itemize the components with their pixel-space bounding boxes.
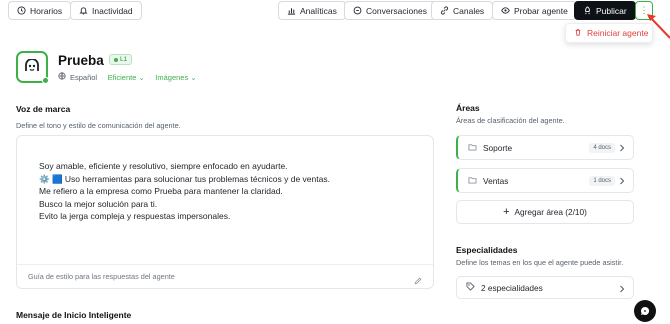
areas-title: Áreas bbox=[456, 103, 480, 113]
chat-icon bbox=[641, 306, 650, 315]
brand-voice-subtitle: Define el tono y estilo de comunicación … bbox=[16, 121, 181, 130]
smart-start-title: Mensaje de Inicio Inteligente bbox=[16, 310, 132, 320]
brand-voice-line: ⚙️ 🟦 Uso herramientas para solucionar tu… bbox=[39, 173, 330, 184]
agent-name: Prueba bbox=[58, 53, 104, 68]
docs-count-badge: 4 docs bbox=[589, 143, 615, 153]
area-name: Soporte bbox=[483, 142, 513, 153]
horarios-label: Horarios bbox=[30, 5, 63, 16]
globe-icon bbox=[58, 72, 66, 82]
brand-voice-line: Busco la mejor solución para ti. bbox=[39, 198, 158, 209]
separator: · bbox=[148, 72, 152, 82]
images-selector[interactable]: Imágenes ⌄ bbox=[155, 73, 196, 82]
trash-icon bbox=[574, 28, 582, 38]
docs-count-badge: 1 docs bbox=[589, 176, 615, 186]
tone-label: Eficiente bbox=[107, 72, 137, 82]
publicar-button[interactable]: Publicar bbox=[574, 1, 636, 20]
inactividad-button[interactable]: Inactividad bbox=[70, 1, 142, 20]
images-label: Imágenes bbox=[155, 72, 189, 82]
brand-voice-content: Soy amable, eficiente y resolutivo, siem… bbox=[39, 160, 330, 223]
areas-subtitle: Áreas de clasificación del agente. bbox=[456, 116, 565, 125]
chat-bubble-icon bbox=[353, 6, 362, 15]
probar-agente-label: Probar agente bbox=[514, 5, 568, 16]
chevron-down-icon: ⌄ bbox=[190, 72, 197, 82]
analiticas-button[interactable]: Analíticas bbox=[278, 1, 346, 20]
brand-voice-line: Evito la jerga compleja y respuestas imp… bbox=[39, 211, 231, 222]
add-area-label: Agregar área (2/10) bbox=[514, 207, 587, 217]
folder-icon bbox=[468, 176, 477, 186]
bell-icon bbox=[79, 6, 88, 15]
chevron-down-icon: ⌄ bbox=[138, 72, 145, 82]
conversaciones-button[interactable]: Conversaciones bbox=[344, 1, 436, 20]
horarios-button[interactable]: Horarios bbox=[8, 1, 72, 20]
folder-icon bbox=[468, 143, 477, 153]
link-icon bbox=[440, 6, 449, 15]
level-badge: L1 bbox=[109, 54, 133, 65]
brand-voice-line: Me refiero a la empresa como Prueba para… bbox=[39, 186, 283, 197]
brand-voice-title: Voz de marca bbox=[16, 104, 71, 114]
chevron-right-icon bbox=[619, 177, 625, 187]
language-selector[interactable]: Español bbox=[70, 73, 97, 82]
chevron-right-icon bbox=[619, 144, 625, 154]
area-card-ventas[interactable]: Ventas 1 docs bbox=[456, 168, 634, 193]
canales-label: Canales bbox=[453, 5, 485, 16]
chat-widget-button[interactable] bbox=[634, 300, 656, 322]
inactividad-label: Inactividad bbox=[92, 5, 133, 16]
rocket-icon bbox=[583, 6, 592, 15]
clock-icon bbox=[17, 6, 26, 15]
probar-agente-button[interactable]: Probar agente bbox=[492, 1, 577, 20]
area-name: Ventas bbox=[483, 175, 509, 186]
analiticas-label: Analíticas bbox=[300, 5, 337, 16]
chevron-right-icon bbox=[619, 285, 625, 295]
separator: · bbox=[101, 72, 104, 82]
tone-selector[interactable]: Eficiente ⌄ bbox=[108, 73, 145, 82]
area-card-soporte[interactable]: Soporte 4 docs bbox=[456, 135, 634, 160]
pencil-icon[interactable] bbox=[414, 272, 422, 290]
chart-icon bbox=[287, 6, 296, 15]
specialties-title: Especialidades bbox=[456, 245, 518, 255]
plus-icon: + bbox=[503, 206, 510, 218]
conversaciones-label: Conversaciones bbox=[366, 5, 427, 16]
level-dot bbox=[114, 57, 118, 62]
agent-meta: Español · Eficiente ⌄ · Imágenes ⌄ bbox=[58, 72, 197, 82]
specialties-value: 2 especialidades bbox=[481, 282, 543, 293]
specialties-selector[interactable]: 2 especialidades bbox=[456, 276, 634, 299]
add-area-button[interactable]: + Agregar área (2/10) bbox=[456, 200, 634, 224]
tag-icon bbox=[466, 282, 475, 293]
top-toolbar: Horarios Inactividad Analíticas Conversa… bbox=[0, 0, 670, 22]
brand-voice-line: Soy amable, eficiente y resolutivo, siem… bbox=[39, 161, 288, 171]
style-guide-label: Guía de estilo para las respuestas del a… bbox=[28, 272, 175, 281]
brand-voice-footer: Guía de estilo para las respuestas del a… bbox=[17, 264, 433, 288]
reset-agent-menu-item[interactable]: Reiniciar agente bbox=[565, 23, 653, 43]
brand-voice-textarea[interactable]: Soy amable, eficiente y resolutivo, siem… bbox=[16, 135, 434, 289]
reset-agent-label: Reiniciar agente bbox=[587, 28, 649, 38]
level-label: L1 bbox=[120, 56, 128, 63]
canales-button[interactable]: Canales bbox=[431, 1, 494, 20]
agent-avatar[interactable] bbox=[16, 51, 49, 84]
online-status-dot bbox=[42, 77, 49, 84]
specialties-subtitle: Define los temas en los que el agente pu… bbox=[456, 258, 624, 267]
robot-face-icon bbox=[25, 59, 39, 71]
eye-icon bbox=[501, 6, 510, 15]
publicar-label: Publicar bbox=[596, 5, 627, 16]
